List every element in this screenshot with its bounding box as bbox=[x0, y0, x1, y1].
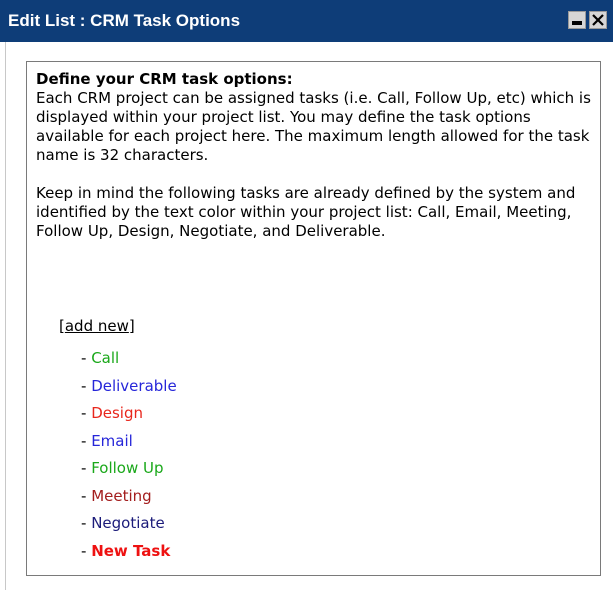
task-item[interactable]: - Follow Up bbox=[81, 459, 177, 487]
minimize-icon bbox=[572, 21, 582, 25]
instructions-paragraph-1: Each CRM project can be assigned tasks (… bbox=[36, 89, 591, 164]
task-item-dash: - bbox=[81, 349, 92, 367]
task-item-label[interactable]: Deliverable bbox=[91, 377, 177, 395]
task-item-label[interactable]: Meeting bbox=[91, 487, 151, 505]
task-item-label[interactable]: Negotiate bbox=[91, 514, 165, 532]
add-new-link[interactable]: add new bbox=[65, 317, 129, 335]
task-item-label[interactable]: Design bbox=[91, 404, 143, 422]
edit-list-window: Edit List : CRM Task Options Define your… bbox=[0, 0, 613, 590]
task-item[interactable]: - Design bbox=[81, 404, 177, 432]
task-item[interactable]: - New Task bbox=[81, 542, 177, 570]
task-item[interactable]: - Deliverable bbox=[81, 377, 177, 405]
close-button[interactable] bbox=[589, 11, 607, 29]
task-item-dash: - bbox=[81, 486, 92, 505]
task-item-dash: - bbox=[81, 514, 92, 532]
task-item-dash: - bbox=[81, 404, 92, 422]
instructions-heading: Define your CRM task options: bbox=[36, 70, 293, 88]
window-left-border bbox=[5, 42, 6, 590]
task-item-dash: - bbox=[81, 376, 92, 395]
instructions: Define your CRM task options: Each CRM p… bbox=[36, 70, 591, 241]
task-item[interactable]: - Meeting bbox=[81, 487, 177, 515]
task-item[interactable]: - Email bbox=[81, 432, 177, 460]
task-item-label[interactable]: New Task bbox=[91, 542, 170, 560]
task-options-panel: Define your CRM task options: Each CRM p… bbox=[26, 61, 601, 576]
task-item[interactable]: - Negotiate bbox=[81, 514, 177, 542]
window-titlebar[interactable]: Edit List : CRM Task Options bbox=[0, 0, 613, 42]
task-item-label[interactable]: Call bbox=[91, 349, 119, 367]
task-list: - Call - Deliverable - Design - Email - Foll… bbox=[81, 349, 177, 569]
task-item-label[interactable]: Follow Up bbox=[91, 459, 163, 477]
add-new-close-bracket: ] bbox=[128, 317, 135, 335]
add-new-control: [add new] bbox=[59, 317, 135, 335]
task-item-dash: - bbox=[81, 459, 92, 477]
minimize-button[interactable] bbox=[568, 11, 586, 29]
instructions-paragraph-2: Keep in mind the following tasks are alr… bbox=[36, 184, 576, 240]
task-item-dash: - bbox=[81, 431, 92, 450]
task-item-label[interactable]: Email bbox=[91, 432, 133, 450]
task-item-dash: - bbox=[81, 541, 92, 560]
window-title: Edit List : CRM Task Options bbox=[8, 11, 241, 30]
close-icon bbox=[592, 14, 604, 26]
task-item[interactable]: - Call bbox=[81, 349, 177, 377]
